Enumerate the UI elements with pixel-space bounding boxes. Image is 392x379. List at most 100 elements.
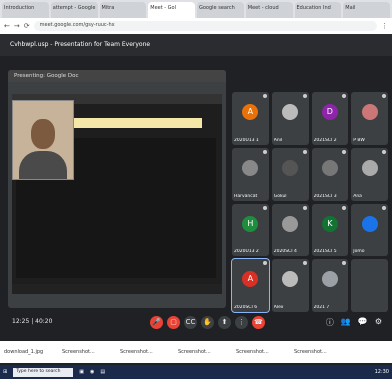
avatar: A [242, 104, 259, 121]
participant-tile[interactable] [351, 259, 388, 312]
mic-status-icon [302, 261, 307, 266]
participant-name: 2020U13 2 [234, 249, 259, 255]
participant-name: 2021 7 [313, 305, 330, 310]
leave-call-button[interactable]: ☎ [252, 316, 265, 329]
browser-tab[interactable]: attempt - Google [50, 2, 98, 18]
download-item[interactable]: Screenshot... [62, 349, 114, 355]
shared-screen-taskbar [12, 284, 222, 294]
avatar [361, 159, 378, 176]
start-icon[interactable]: ⊞ [3, 369, 7, 375]
browser-tab-bar: Introduction attempt - Google Mitra Meet - … [0, 0, 392, 18]
participant-name: Jomo [353, 249, 365, 255]
activities-icon[interactable]: ⚙ [375, 317, 382, 328]
task-view-icon[interactable]: ▣ [79, 369, 84, 375]
browser-tab[interactable]: Mail [343, 2, 390, 18]
participant-name: 2020U13 1 [234, 137, 259, 143]
raise-hand-button[interactable]: ✋ [201, 316, 214, 329]
mic-status-icon [342, 149, 347, 154]
avatar [321, 159, 338, 176]
participant-tile[interactable]: Alex [271, 259, 309, 312]
mic-off-button[interactable]: 🎤 [150, 316, 163, 329]
avatar [242, 159, 259, 176]
address-bar: ← → ⟳ meet.google.com/gsy-ruuc-hx ⋮ [0, 18, 392, 34]
avatar [282, 271, 299, 288]
camera-off-button[interactable]: ▢ [167, 316, 180, 329]
browser-tab[interactable]: Mitra [99, 2, 147, 18]
info-icon[interactable]: ⓘ [326, 317, 334, 328]
meeting-title: Cvhbwpl.usp - Presentation for Team Ever… [10, 41, 151, 48]
back-icon[interactable]: ← [4, 22, 10, 30]
participant-name: 2021SCI 5 [313, 249, 337, 255]
url-input[interactable]: meet.google.com/gsy-ruuc-hx [33, 21, 377, 31]
participant-name: 2021SCI 2 [313, 137, 337, 143]
participant-tile[interactable]: Jomo [351, 203, 388, 257]
participant-tile[interactable]: A 2020SCI 6 [231, 258, 270, 313]
participant-name: 2020SCI 6 [234, 305, 258, 310]
participant-tile[interactable]: 2020SCI 4 [271, 203, 309, 257]
download-item[interactable]: Screenshot... [120, 349, 172, 355]
shirt-image [19, 151, 67, 179]
mic-status-icon [342, 94, 347, 98]
meeting-header: Cvhbwpl.usp - Presentation for Team Ever… [0, 34, 392, 56]
captions-button[interactable]: CC [184, 316, 197, 329]
taskbar-clock: 12:30 [374, 369, 389, 375]
participant-name: Ana [353, 193, 362, 199]
avatar: A [242, 271, 259, 288]
participant-name: Harvancat [234, 193, 258, 199]
mic-status-icon [382, 205, 386, 210]
participant-tile[interactable]: A 2020U13 1 [232, 92, 269, 145]
participant-tile[interactable]: P BW [351, 92, 388, 145]
mic-status-icon [302, 205, 307, 210]
browser-tab[interactable]: Meet - cloud [245, 2, 293, 18]
mic-status-icon [262, 261, 267, 266]
mic-status-icon [382, 94, 386, 98]
browser-tab[interactable]: Education Ind [294, 2, 342, 18]
mic-status-icon [302, 149, 307, 154]
os-taskbar: ⊞ Type here to search ▣ ◉ ▤ 12:30 [0, 365, 392, 379]
reload-icon[interactable]: ⟳ [24, 22, 30, 30]
download-item[interactable]: Screenshot... [178, 349, 230, 355]
participant-tile[interactable]: Gokul [271, 147, 309, 201]
participant-tile[interactable]: K 2021SCI 5 [311, 203, 349, 257]
meeting-time: 12:25 | 40:20 [12, 318, 53, 325]
presentation-caption: Presenting: Google Doc [8, 70, 226, 82]
browser-tab[interactable]: Google search [197, 2, 244, 18]
download-item[interactable]: Screenshot... [294, 349, 346, 355]
avatar: H [242, 215, 259, 232]
avatar: K [321, 215, 338, 232]
participant-tile[interactable]: Harvancat [232, 147, 269, 201]
chat-icon[interactable]: 💬 [358, 317, 368, 328]
participant-tile[interactable]: D 2021SCI 2 [311, 92, 349, 145]
browser-taskbar-icon[interactable]: ◉ [90, 369, 94, 375]
avatar [282, 104, 299, 121]
participant-tile[interactable]: Ana [351, 147, 388, 201]
browser-tab[interactable]: Meet - Gol [148, 2, 195, 18]
participant-tile[interactable]: Anil [271, 92, 309, 145]
download-item[interactable]: download_1.jpg [4, 349, 56, 355]
avatar: D [321, 104, 338, 121]
browser-tab[interactable]: Introduction [2, 2, 49, 18]
participant-name: 2021SCI 3 [313, 193, 337, 199]
taskbar-search[interactable]: Type here to search [13, 367, 74, 377]
participant-tile[interactable]: 2021 7 [311, 259, 349, 312]
mic-status-icon [342, 205, 347, 210]
mic-status-icon [262, 149, 267, 154]
people-icon[interactable]: 👥 [341, 317, 351, 328]
more-options-button[interactable]: ⋮ [235, 316, 248, 329]
present-button[interactable]: ⬆ [218, 316, 231, 329]
forward-icon[interactable]: → [14, 22, 20, 30]
participant-tile[interactable]: 2021SCI 3 [311, 147, 349, 201]
avatar [361, 104, 378, 121]
mic-status-icon [382, 149, 386, 154]
participant-name: Alex [273, 305, 284, 310]
extensions-icon[interactable]: ⋮ [381, 22, 388, 30]
participant-name: 2020SCI 4 [273, 249, 297, 255]
self-camera [12, 100, 74, 180]
downloads-bar: download_1.jpg Screenshot... Screenshot...… [0, 341, 392, 363]
participant-tile[interactable]: H 2020U13 2 [232, 203, 269, 257]
avatar [282, 159, 299, 176]
mic-status-icon [262, 205, 267, 210]
mic-status-icon [262, 94, 267, 98]
download-item[interactable]: Screenshot... [236, 349, 288, 355]
folder-taskbar-icon[interactable]: ▤ [100, 369, 105, 375]
